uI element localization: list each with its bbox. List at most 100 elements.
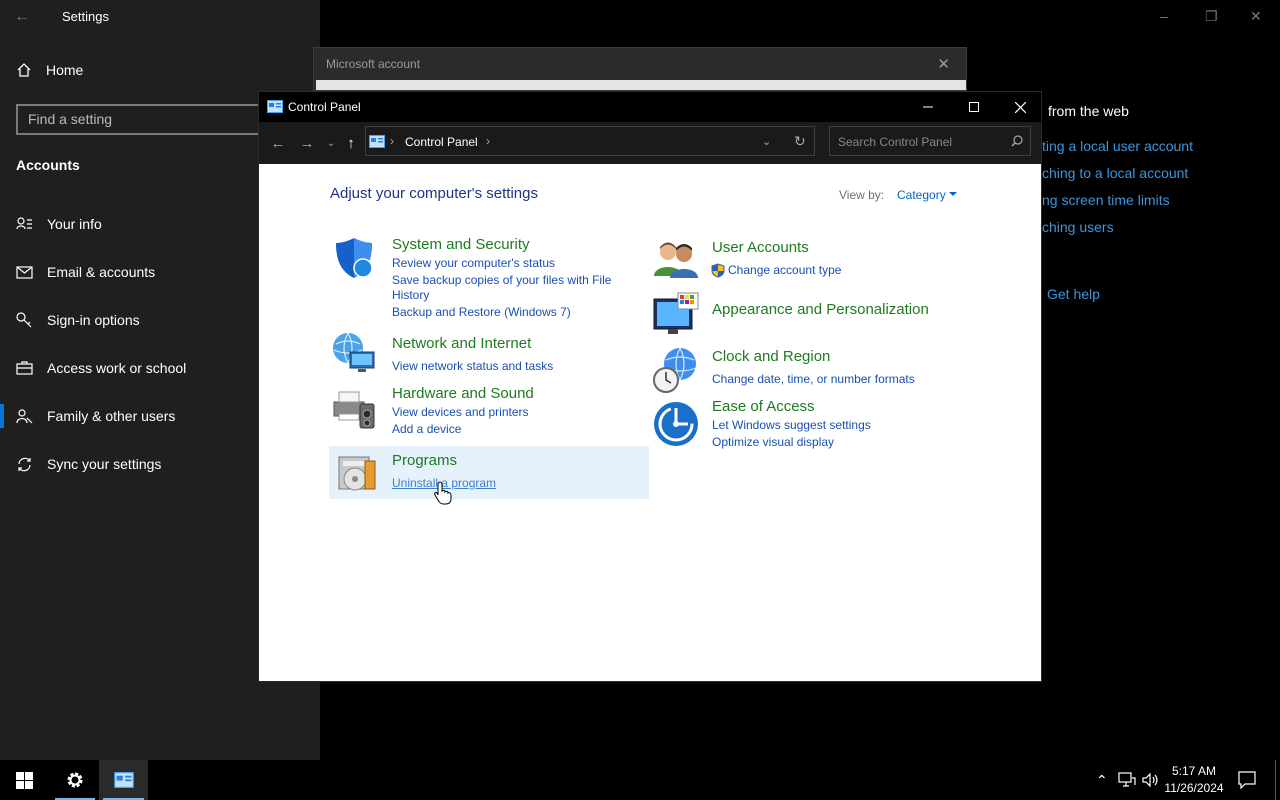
category-title-programs[interactable]: Programs: [392, 452, 457, 469]
category-title-clock-region[interactable]: Clock and Region: [712, 348, 830, 365]
link-let-windows-suggest[interactable]: Let Windows suggest settings: [712, 418, 871, 432]
link-change-account-type[interactable]: Change account type: [728, 263, 841, 277]
clock-time: 5:17 AM: [1171, 764, 1217, 778]
close-icon[interactable]: ✕: [937, 55, 950, 73]
address-dropdown-icon[interactable]: ⌄: [762, 135, 771, 148]
breadcrumb-control-panel[interactable]: Control Panel: [405, 135, 478, 149]
back-arrow-icon[interactable]: ←: [14, 8, 30, 26]
link-review-status[interactable]: Review your computer's status: [392, 256, 555, 270]
category-title-system-security[interactable]: System and Security: [392, 236, 530, 253]
page-title: Adjust your computer's settings: [330, 185, 538, 202]
sync-icon: [18, 457, 31, 471]
nav-label: Sync your settings: [47, 456, 162, 472]
link-optimize-visual[interactable]: Optimize visual display: [712, 435, 834, 449]
category-title-appearance[interactable]: Appearance and Personalization: [712, 301, 929, 318]
breadcrumb-chevron-icon[interactable]: ›: [486, 134, 490, 148]
view-by-dropdown[interactable]: Category: [897, 188, 946, 202]
start-button[interactable]: [0, 760, 48, 800]
people-icon: [16, 408, 33, 423]
help-link[interactable]: ching to a local account: [1042, 165, 1188, 181]
maximize-icon: [969, 102, 979, 112]
link-change-date-time[interactable]: Change date, time, or number formats: [712, 372, 915, 386]
programs-disc-icon: [338, 456, 376, 491]
minimize-icon: [923, 106, 933, 108]
control-panel-icon: [113, 772, 134, 788]
get-help-link[interactable]: Get help: [1047, 286, 1100, 302]
window-title: Control Panel: [288, 100, 361, 114]
address-bar[interactable]: › Control Panel › ⌄ ↻: [365, 126, 815, 156]
link-view-network-status[interactable]: View network status and tasks: [392, 359, 553, 373]
settings-home-link[interactable]: Home: [16, 62, 83, 78]
link-backup-restore[interactable]: Backup and Restore (Windows 7): [392, 305, 571, 319]
category-title-ease-of-access[interactable]: Ease of Access: [712, 398, 815, 415]
forward-arrow-icon[interactable]: →: [297, 133, 317, 153]
help-link[interactable]: ting a local user account: [1042, 138, 1193, 154]
gear-icon: [67, 772, 83, 788]
nav-label: Your info: [47, 216, 102, 232]
taskbar-settings-app[interactable]: [51, 760, 99, 800]
key-icon: [16, 311, 32, 327]
navigation-bar: ← → ⌄ ↑ › Control Panel › ⌄ ↻ Search Con…: [259, 122, 1041, 164]
link-add-device[interactable]: Add a device: [392, 422, 461, 436]
web-help-heading: from the web: [1048, 103, 1129, 119]
settings-title: Settings: [62, 9, 109, 24]
clock-globe-icon: [653, 347, 697, 393]
help-link[interactable]: ching users: [1042, 219, 1114, 235]
uac-shield-icon: [711, 263, 725, 278]
network-globe-icon: [333, 332, 375, 372]
link-view-devices-printers[interactable]: View devices and printers: [392, 405, 529, 419]
network-icon[interactable]: [1118, 772, 1136, 788]
back-arrow-icon[interactable]: ←: [268, 133, 288, 153]
users-icon: [654, 242, 698, 278]
dialog-title: Microsoft account: [326, 57, 421, 71]
restore-icon[interactable]: ❐: [1205, 8, 1218, 25]
category-title-hardware-sound[interactable]: Hardware and Sound: [392, 385, 534, 402]
minimize-icon[interactable]: –: [1160, 8, 1168, 24]
action-center-notification-icon[interactable]: [1238, 771, 1256, 789]
dialog-body-strip: [316, 80, 966, 90]
close-icon[interactable]: ✕: [1250, 8, 1262, 25]
taskbar-clock[interactable]: 5:17 AM 11/26/2024: [1158, 763, 1230, 797]
taskbar: ⌃ 5:17 AM 11/26/2024: [0, 760, 1280, 800]
nav-label: Access work or school: [47, 360, 187, 376]
nav-label: Email & accounts: [47, 264, 156, 280]
clock-date: 11/26/2024: [1164, 781, 1224, 795]
category-title-network-internet[interactable]: Network and Internet: [392, 335, 531, 352]
maximize-button[interactable]: [951, 92, 997, 122]
control-panel-content: Adjust your computer's settings View by:…: [259, 164, 1041, 681]
briefcase-icon: [16, 360, 33, 375]
recent-locations-chevron-icon[interactable]: ⌄: [321, 133, 341, 153]
title-bar[interactable]: Control Panel: [259, 92, 1041, 122]
windows-logo-icon: [15, 771, 33, 789]
home-label: Home: [46, 62, 84, 78]
hand-cursor-icon: [434, 481, 452, 505]
refresh-icon[interactable]: ↻: [794, 133, 806, 150]
help-link[interactable]: ng screen time limits: [1042, 192, 1170, 208]
microsoft-account-dialog: Microsoft account ✕: [313, 47, 967, 91]
control-panel-icon: [369, 135, 385, 148]
show-desktop-button[interactable]: [1275, 760, 1276, 800]
up-arrow-icon[interactable]: ↑: [341, 133, 361, 153]
nav-label: Family & other users: [47, 408, 176, 424]
search-control-panel-input[interactable]: Search Control Panel: [829, 126, 1031, 156]
category-title-user-accounts[interactable]: User Accounts: [712, 239, 809, 256]
accounts-section-title: Accounts: [16, 157, 80, 173]
close-button[interactable]: [997, 92, 1043, 122]
control-panel-icon: [267, 100, 283, 113]
link-save-backup[interactable]: Save backup copies of your files with Fi…: [392, 273, 611, 287]
search-icon: [1011, 135, 1023, 147]
mail-icon: [16, 265, 33, 279]
close-icon: [1014, 101, 1026, 113]
find-setting-input[interactable]: Find a setting: [16, 104, 276, 135]
printer-speaker-icon: [333, 391, 375, 429]
view-by-label: View by:: [839, 188, 885, 202]
monitor-palette-icon: [653, 292, 699, 334]
link-save-backup-cont[interactable]: History: [392, 288, 429, 302]
taskbar-control-panel-app[interactable]: [99, 760, 148, 800]
chevron-down-icon[interactable]: [949, 192, 957, 196]
person-icon: [16, 216, 32, 229]
breadcrumb-chevron-icon[interactable]: ›: [390, 134, 394, 148]
control-panel-window: Control Panel ← → ⌄ ↑ › Control Panel › …: [258, 91, 1042, 682]
show-hidden-icons-chevron-icon[interactable]: ⌃: [1096, 772, 1108, 789]
minimize-button[interactable]: [905, 92, 951, 122]
